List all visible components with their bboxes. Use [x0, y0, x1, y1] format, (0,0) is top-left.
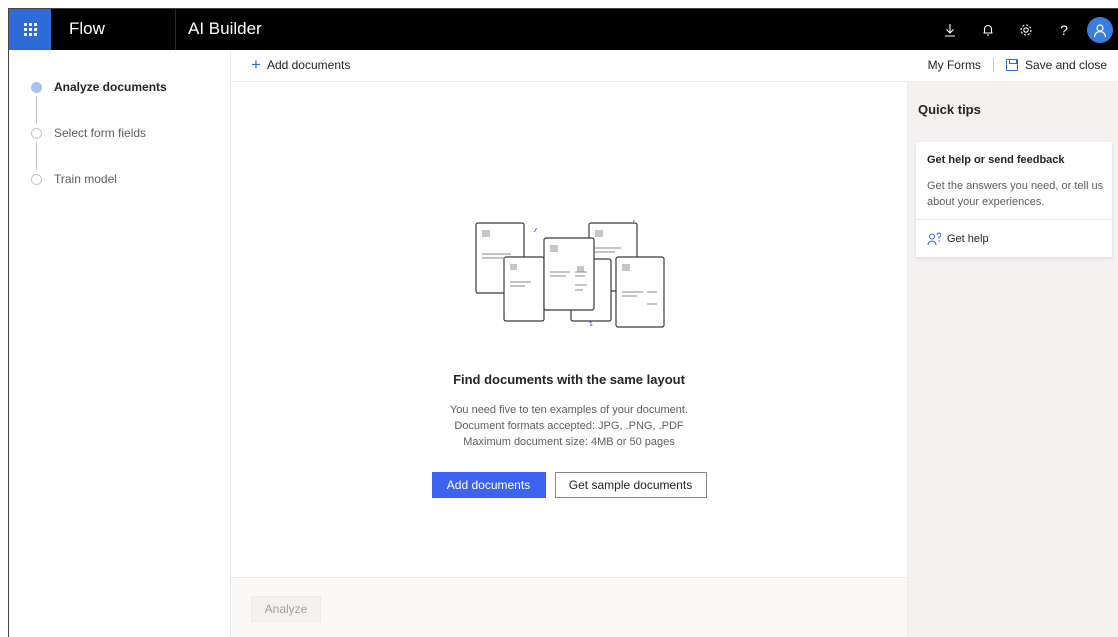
command-divider — [992, 58, 994, 72]
description-line: Document formats accepted: JPG, .PNG, .P… — [454, 420, 684, 432]
documents-illustration — [475, 220, 665, 328]
empty-state-title: Find documents with the same layout — [453, 372, 685, 387]
brand-divider — [175, 9, 176, 50]
app-name[interactable]: Flow — [69, 19, 105, 39]
top-bar: Flow AI Builder ? — [9, 9, 1118, 50]
notifications-button[interactable] — [969, 9, 1007, 50]
get-help-link[interactable]: Get help — [927, 232, 989, 246]
add-documents-button[interactable]: Add documents — [431, 472, 546, 498]
command-bar: + Add documents My Forms Save and close — [231, 50, 1118, 82]
quick-tips-pane: Quick tips Get help or send feedback Get… — [907, 82, 1118, 637]
app-frame: Flow AI Builder ? Analyze documents Sele… — [8, 8, 1118, 637]
step-pending-indicator — [31, 173, 42, 185]
step-label: Analyze documents — [54, 80, 167, 94]
add-documents-command-label: Add documents — [266, 58, 351, 72]
gear-icon — [1020, 23, 1032, 36]
download-icon — [945, 23, 955, 37]
my-forms-link[interactable]: My Forms — [928, 58, 981, 72]
step-connector — [36, 96, 37, 124]
download-button[interactable] — [931, 9, 969, 50]
empty-state-description: You need five to ten examples of your do… — [231, 402, 907, 450]
help-button[interactable]: ? — [1045, 9, 1083, 50]
step-analyze-documents[interactable]: Analyze documents — [31, 80, 167, 94]
quick-tips-title: Quick tips — [918, 102, 981, 117]
product-name: AI Builder — [188, 19, 262, 38]
card-divider — [916, 219, 1112, 220]
user-icon — [1093, 23, 1107, 37]
app-launcher-button[interactable] — [9, 9, 51, 50]
step-active-indicator — [31, 81, 42, 93]
waffle-icon — [23, 23, 37, 36]
step-train-model[interactable]: Train model — [31, 172, 117, 186]
avatar[interactable] — [1087, 16, 1113, 43]
settings-button[interactable] — [1007, 9, 1045, 50]
empty-state-actions: Add documents Get sample documents — [231, 472, 907, 498]
get-help-label: Get help — [947, 233, 989, 245]
add-documents-command[interactable]: + Add documents — [251, 55, 351, 74]
step-label: Select form fields — [54, 126, 147, 140]
bell-icon — [983, 24, 993, 36]
plus-icon: + — [251, 55, 261, 74]
step-select-form-fields[interactable]: Select form fields — [31, 126, 146, 140]
footer-bar: Analyze — [231, 577, 907, 637]
step-pending-indicator — [31, 127, 42, 139]
description-line: You need five to ten examples of your do… — [449, 404, 689, 416]
step-label: Train model — [54, 172, 117, 186]
help-icon: ? — [1060, 21, 1068, 38]
person-help-icon — [927, 232, 941, 246]
main-content: Find documents with the same layout You … — [231, 82, 907, 637]
help-feedback-card: Get help or send feedback Get the answer… — [916, 142, 1112, 257]
get-sample-documents-button[interactable]: Get sample documents — [554, 472, 707, 498]
top-icons: ? — [931, 9, 1113, 50]
save-and-close-button[interactable]: Save and close — [1025, 58, 1107, 72]
analyze-button[interactable]: Analyze — [251, 596, 321, 622]
command-bar-right: My Forms Save and close — [928, 58, 1107, 72]
step-connector — [36, 142, 37, 170]
card-title: Get help or send feedback — [927, 154, 1065, 166]
steps-pane: Analyze documents Select form fields Tra… — [9, 50, 231, 637]
save-icon — [1005, 59, 1018, 71]
card-body: Get the answers you need, or tell us abo… — [927, 180, 1104, 208]
description-line: Maximum document size: 4MB or 50 pages — [463, 436, 675, 448]
